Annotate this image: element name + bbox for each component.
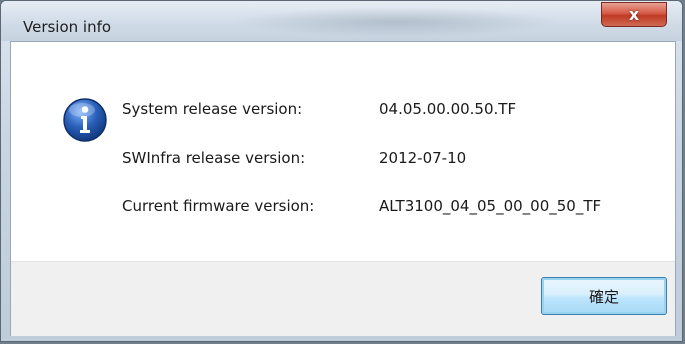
information-icon — [63, 98, 107, 142]
dialog-title: Version info — [23, 18, 112, 36]
swinfra-release-value: 2012-07-10 — [379, 149, 467, 167]
close-button[interactable]: x — [601, 2, 667, 27]
swinfra-release-label: SWInfra release version: — [122, 149, 306, 167]
system-release-value: 04.05.00.00.50.TF — [379, 100, 517, 118]
version-info-dialog: Version info x System release version: 0… — [0, 0, 683, 342]
ok-button[interactable]: 確定 — [541, 277, 667, 315]
dialog-client-area: System release version: 04.05.00.00.50.T… — [10, 41, 676, 336]
dialog-content: System release version: 04.05.00.00.50.T… — [11, 42, 675, 261]
close-icon: x — [628, 5, 640, 24]
firmware-version-label: Current firmware version: — [122, 197, 315, 215]
title-bar[interactable]: Version info x — [1, 1, 682, 41]
firmware-version-value: ALT3100_04_05_00_00_50_TF — [379, 197, 602, 215]
system-release-label: System release version: — [122, 100, 303, 118]
